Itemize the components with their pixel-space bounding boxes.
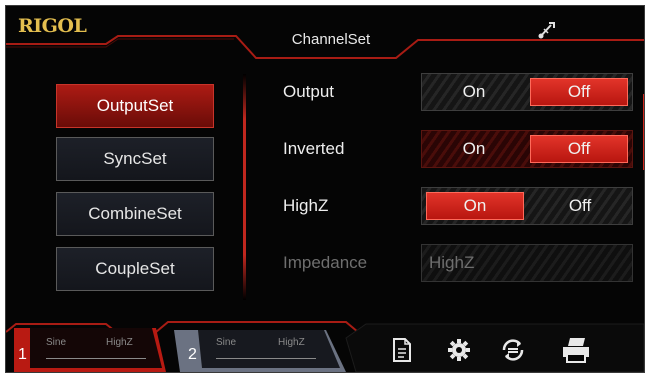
screen: RIGOL ChannelSet OutputSet SyncSet Combi… [5, 5, 645, 373]
channel-1-load: HighZ [106, 337, 133, 348]
channel-2-wave: Sine [216, 337, 237, 348]
channel-2-underline [216, 358, 316, 359]
sync-icon[interactable] [500, 338, 526, 362]
channel-2-number[interactable]: 2 [188, 346, 197, 364]
gear-icon[interactable] [447, 338, 471, 362]
channel-1-number[interactable]: 1 [18, 346, 27, 364]
bottom-bar-decoration [6, 321, 644, 372]
channel-1-wave: Sine [46, 337, 67, 348]
printer-icon[interactable] [561, 336, 591, 364]
channel-2-load: HighZ [278, 337, 305, 348]
channel-1-underline [46, 358, 146, 359]
document-icon[interactable] [392, 338, 412, 362]
